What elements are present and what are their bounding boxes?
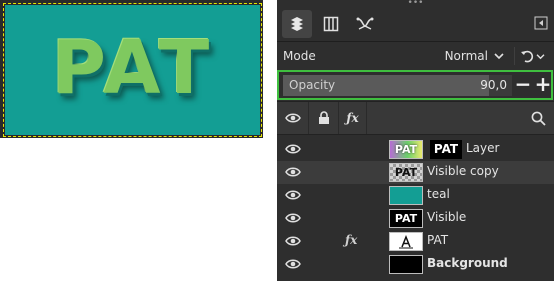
layer-name[interactable]: teal — [427, 187, 450, 201]
opacity-control: Opacity 90,0 − + — [277, 70, 553, 100]
dock-menu-button[interactable] — [534, 16, 548, 30]
canvas-text-pat: PAT — [51, 25, 214, 111]
layer-thumbnail — [389, 186, 423, 205]
fx-icon[interactable]: ƒx — [345, 233, 357, 247]
header-lock[interactable] — [309, 102, 339, 134]
tab-channels[interactable] — [316, 10, 346, 38]
layers-icon — [291, 17, 303, 31]
mode-label: Mode — [283, 49, 316, 63]
layer-row-layer[interactable]: PAT PAT Layer — [277, 138, 554, 161]
layer-name[interactable]: Visible — [427, 210, 466, 224]
eye-icon[interactable] — [285, 189, 301, 201]
eye-icon[interactable] — [285, 166, 301, 178]
opacity-increase-button[interactable]: + — [533, 74, 553, 96]
layer-row-visible-copy[interactable]: PAT Visible copy — [277, 161, 554, 184]
mode-switch-button[interactable] — [514, 47, 550, 65]
canvas-frame: PAT — [0, 0, 263, 138]
layer-name[interactable]: Visible copy — [427, 164, 499, 178]
mode-value: Normal — [444, 49, 488, 63]
mode-select[interactable]: Normal — [445, 47, 504, 65]
tab-layers[interactable] — [282, 10, 312, 38]
header-visibility[interactable] — [277, 102, 309, 134]
eye-icon — [284, 113, 301, 123]
dock-grip[interactable]: ••• — [277, 0, 554, 8]
lock-icon — [318, 111, 329, 124]
eye-icon[interactable] — [285, 235, 301, 247]
header-effects[interactable]: ƒx — [339, 102, 367, 134]
eye-icon[interactable] — [285, 212, 301, 224]
paths-icon — [356, 17, 374, 30]
layer-mask-thumbnail: PAT — [430, 140, 462, 159]
switch-mode-icon — [521, 50, 534, 63]
layer-name[interactable]: Background — [427, 256, 508, 270]
canvas-image[interactable]: PAT — [3, 3, 262, 137]
layer-row-pat[interactable]: ƒx PAT — [277, 230, 554, 253]
layer-row-background[interactable]: Background — [277, 253, 554, 276]
layer-row-visible[interactable]: PAT Visible — [277, 207, 554, 230]
chevron-down-icon — [494, 53, 504, 60]
search-button[interactable] — [531, 111, 546, 129]
dock-tabs — [277, 8, 554, 40]
opacity-label: Opacity — [289, 78, 336, 92]
mode-row: Mode Normal — [277, 44, 554, 68]
chevron-down-icon — [536, 53, 545, 59]
layer-name[interactable]: PAT — [427, 233, 448, 247]
layer-name[interactable]: Layer — [466, 141, 499, 155]
tab-paths[interactable] — [350, 10, 380, 38]
fx-icon: ƒx — [346, 111, 359, 125]
eye-icon[interactable] — [285, 143, 301, 155]
layer-thumbnail — [389, 255, 423, 274]
canvas-area[interactable]: PAT — [0, 0, 265, 140]
layer-thumbnail: PAT — [389, 140, 423, 159]
divider — [277, 41, 554, 42]
layer-thumbnail — [389, 232, 423, 251]
search-icon — [531, 111, 546, 126]
layer-thumbnail: PAT — [389, 209, 423, 228]
layers-dock: ••• Mode Normal Opacity 90,0 − + ƒx PAT … — [277, 0, 554, 281]
layer-row-teal[interactable]: teal — [277, 184, 554, 207]
channels-icon — [323, 16, 339, 32]
dock-menu-icon — [534, 16, 548, 30]
text-layer-icon — [399, 234, 413, 248]
layers-header: ƒx — [277, 101, 554, 135]
layer-thumbnail: PAT — [389, 163, 423, 182]
opacity-decrease-button[interactable]: − — [513, 74, 533, 96]
eye-icon[interactable] — [285, 258, 301, 270]
opacity-slider[interactable]: Opacity 90,0 — [283, 75, 512, 96]
opacity-value: 90,0 — [480, 78, 507, 92]
layers-list: PAT PAT Layer PAT Visible copy teal PAT … — [277, 138, 554, 276]
